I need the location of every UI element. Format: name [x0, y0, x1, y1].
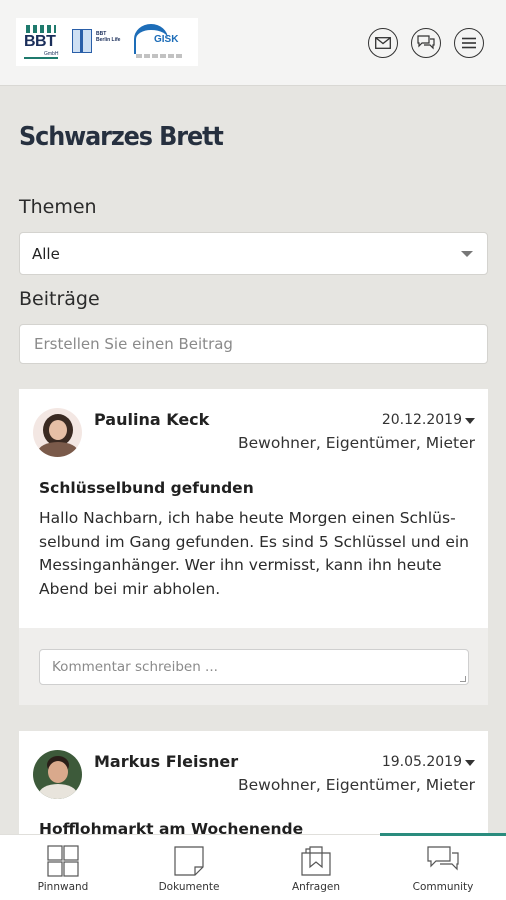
chat-button[interactable]	[411, 28, 441, 58]
nav-item-community[interactable]: Community	[380, 835, 506, 900]
post-card: Paulina Keck 20.12.2019 Bewohner, Eigent…	[19, 389, 488, 705]
create-post-placeholder: Erstellen Sie einen Beitrag	[34, 335, 233, 353]
nav-item-pinnwand[interactable]: Pinnwand	[0, 835, 126, 900]
mail-icon	[375, 37, 391, 49]
nav-label: Dokumente	[158, 881, 220, 893]
nav-label: Anfragen	[291, 881, 341, 893]
nav-item-anfragen[interactable]: Anfragen	[253, 835, 379, 900]
post-date: 19.05.2019	[381, 754, 462, 770]
partner-logos: BBT GmbH BBT Berlin Life GISK	[16, 18, 198, 66]
post-title: Schlüsselbund gefunden	[39, 479, 254, 497]
post-options-chevron-icon[interactable]	[465, 760, 475, 766]
topics-label: Themen	[19, 196, 97, 218]
inbox-icon	[301, 846, 331, 876]
chat-icon	[417, 35, 435, 50]
post-options-chevron-icon[interactable]	[465, 418, 475, 424]
nav-label: Community	[412, 881, 474, 893]
post-body: Hallo Nachbarn, ich habe heute Morgen ei…	[39, 509, 470, 598]
nav-item-dokumente[interactable]: Dokumente	[126, 835, 252, 900]
comment-area: Kommentar schreiben ...	[19, 628, 488, 705]
post-author[interactable]: Paulina Keck	[94, 410, 209, 429]
app-header: BBT GmbH BBT Berlin Life GISK	[0, 0, 506, 86]
post-author[interactable]: Markus Fleisner	[94, 752, 238, 771]
post-roles: Bewohner, Eigentümer, Mieter	[237, 434, 475, 452]
bottom-navigation: Pinnwand Dokumente Anfragen Community	[0, 833, 506, 900]
resize-handle-icon[interactable]	[460, 676, 466, 682]
topics-selected-value: Alle	[32, 244, 60, 263]
create-post-input[interactable]: Erstellen Sie einen Beitrag	[19, 324, 488, 364]
mail-button[interactable]	[368, 28, 398, 58]
avatar[interactable]	[33, 750, 82, 799]
comment-placeholder: Kommentar schreiben ...	[52, 659, 218, 675]
post-card: Markus Fleisner 19.05.2019 Bewohner, Eig…	[19, 731, 488, 841]
nav-label: Pinnwand	[37, 881, 89, 893]
posts-label: Beiträge	[19, 288, 100, 310]
grid-icon	[47, 845, 79, 877]
page-title: Schwarzes Brett	[19, 122, 224, 152]
menu-button[interactable]	[454, 28, 484, 58]
menu-icon	[462, 37, 476, 49]
post-roles: Bewohner, Eigentümer, Mieter	[237, 776, 475, 794]
bbt-berlin-life-logo: BBT Berlin Life	[72, 23, 124, 61]
comment-input[interactable]: Kommentar schreiben ...	[39, 649, 469, 685]
community-chat-icon	[427, 846, 459, 871]
avatar[interactable]	[33, 408, 82, 457]
gisk-logo: GISK	[132, 22, 184, 62]
topics-select[interactable]: Alle	[19, 232, 488, 275]
document-icon	[174, 846, 204, 876]
chevron-down-icon	[461, 251, 473, 257]
post-date: 20.12.2019	[381, 412, 462, 428]
bbt-logo: BBT GmbH	[22, 23, 64, 61]
